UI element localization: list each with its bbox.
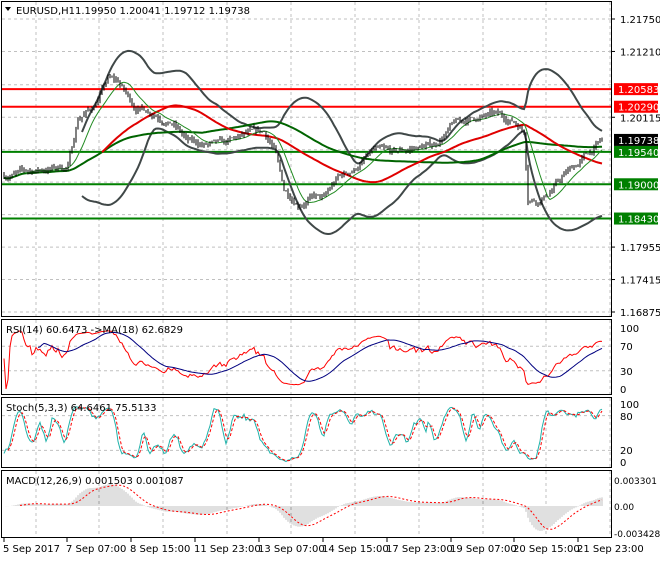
level-price-label: 1.19540 (618, 148, 659, 159)
rsi-axis-label: 30 (620, 367, 633, 378)
rsi-axis-label: 70 (620, 342, 633, 353)
ohlc-label: 1.19950 1.20041 1.19712 1.19738 (75, 6, 250, 17)
time-axis-label: 8 Sep 15:00 (130, 544, 190, 555)
time-axis-label: 14 Sep 15:00 (322, 544, 389, 555)
macd-axis-label: -0.003428 (614, 530, 660, 540)
chart-header: EURUSD,H1 1.19950 1.20041 1.19712 1.1973… (5, 6, 250, 17)
stoch-axis-label: 80 (620, 412, 633, 423)
stoch-axis-label: 20 (620, 446, 633, 457)
time-axis-label: 5 Sep 2017 (3, 544, 60, 555)
time-axis-label: 13 Sep 07:00 (258, 544, 325, 555)
level-price-label: 1.20583 (618, 85, 659, 96)
time-axis-label: 11 Sep 23:00 (194, 544, 261, 555)
stoch-axis-label: 100 (620, 400, 639, 411)
time-axis-label: 21 Sep 23:00 (577, 544, 644, 555)
time-axis-label: 17 Sep 23:00 (386, 544, 453, 555)
symbol-label: EURUSD,H1 (16, 6, 75, 17)
current-price-label: 1.19738 (618, 136, 659, 147)
level-price-label: 1.19000 (618, 180, 659, 191)
price-tick-label: 1.17955 (620, 243, 660, 254)
price-tick-label: 1.16875 (620, 308, 660, 319)
time-axis-label: 7 Sep 07:00 (66, 544, 126, 555)
macd-axis-label: 0.003301 (614, 477, 657, 487)
time-axis-label: 20 Sep 15:00 (513, 544, 580, 555)
rsi-axis-label: 100 (620, 324, 639, 335)
price-tick-label: 1.21210 (620, 47, 660, 58)
stoch-title: Stoch(5,3,3) 64.6461 75.5133 (6, 403, 157, 414)
level-price-label: 1.20290 (618, 103, 659, 114)
rsi-title: RSI(14) 60.6473 ->MA(18) 62.6829 (6, 325, 183, 336)
stoch-axis-label: 0 (620, 458, 626, 469)
rsi-axis-label: 0 (620, 385, 626, 396)
macd-title: MACD(12,26,9) 0.001503 0.001087 (6, 476, 184, 487)
macd-axis-label: 0.00 (614, 503, 634, 513)
time-axis-label: 19 Sep 07:00 (450, 544, 517, 555)
price-tick-label: 1.21750 (620, 15, 660, 26)
trading-chart[interactable]: 1.21750 1.21210 1.20115 1.17955 1.17415 1.168… (0, 0, 660, 560)
price-tick-label: 1.17415 (620, 276, 660, 287)
level-price-label: 1.18430 (618, 215, 659, 226)
price-tick-label: 1.20115 (620, 113, 660, 124)
